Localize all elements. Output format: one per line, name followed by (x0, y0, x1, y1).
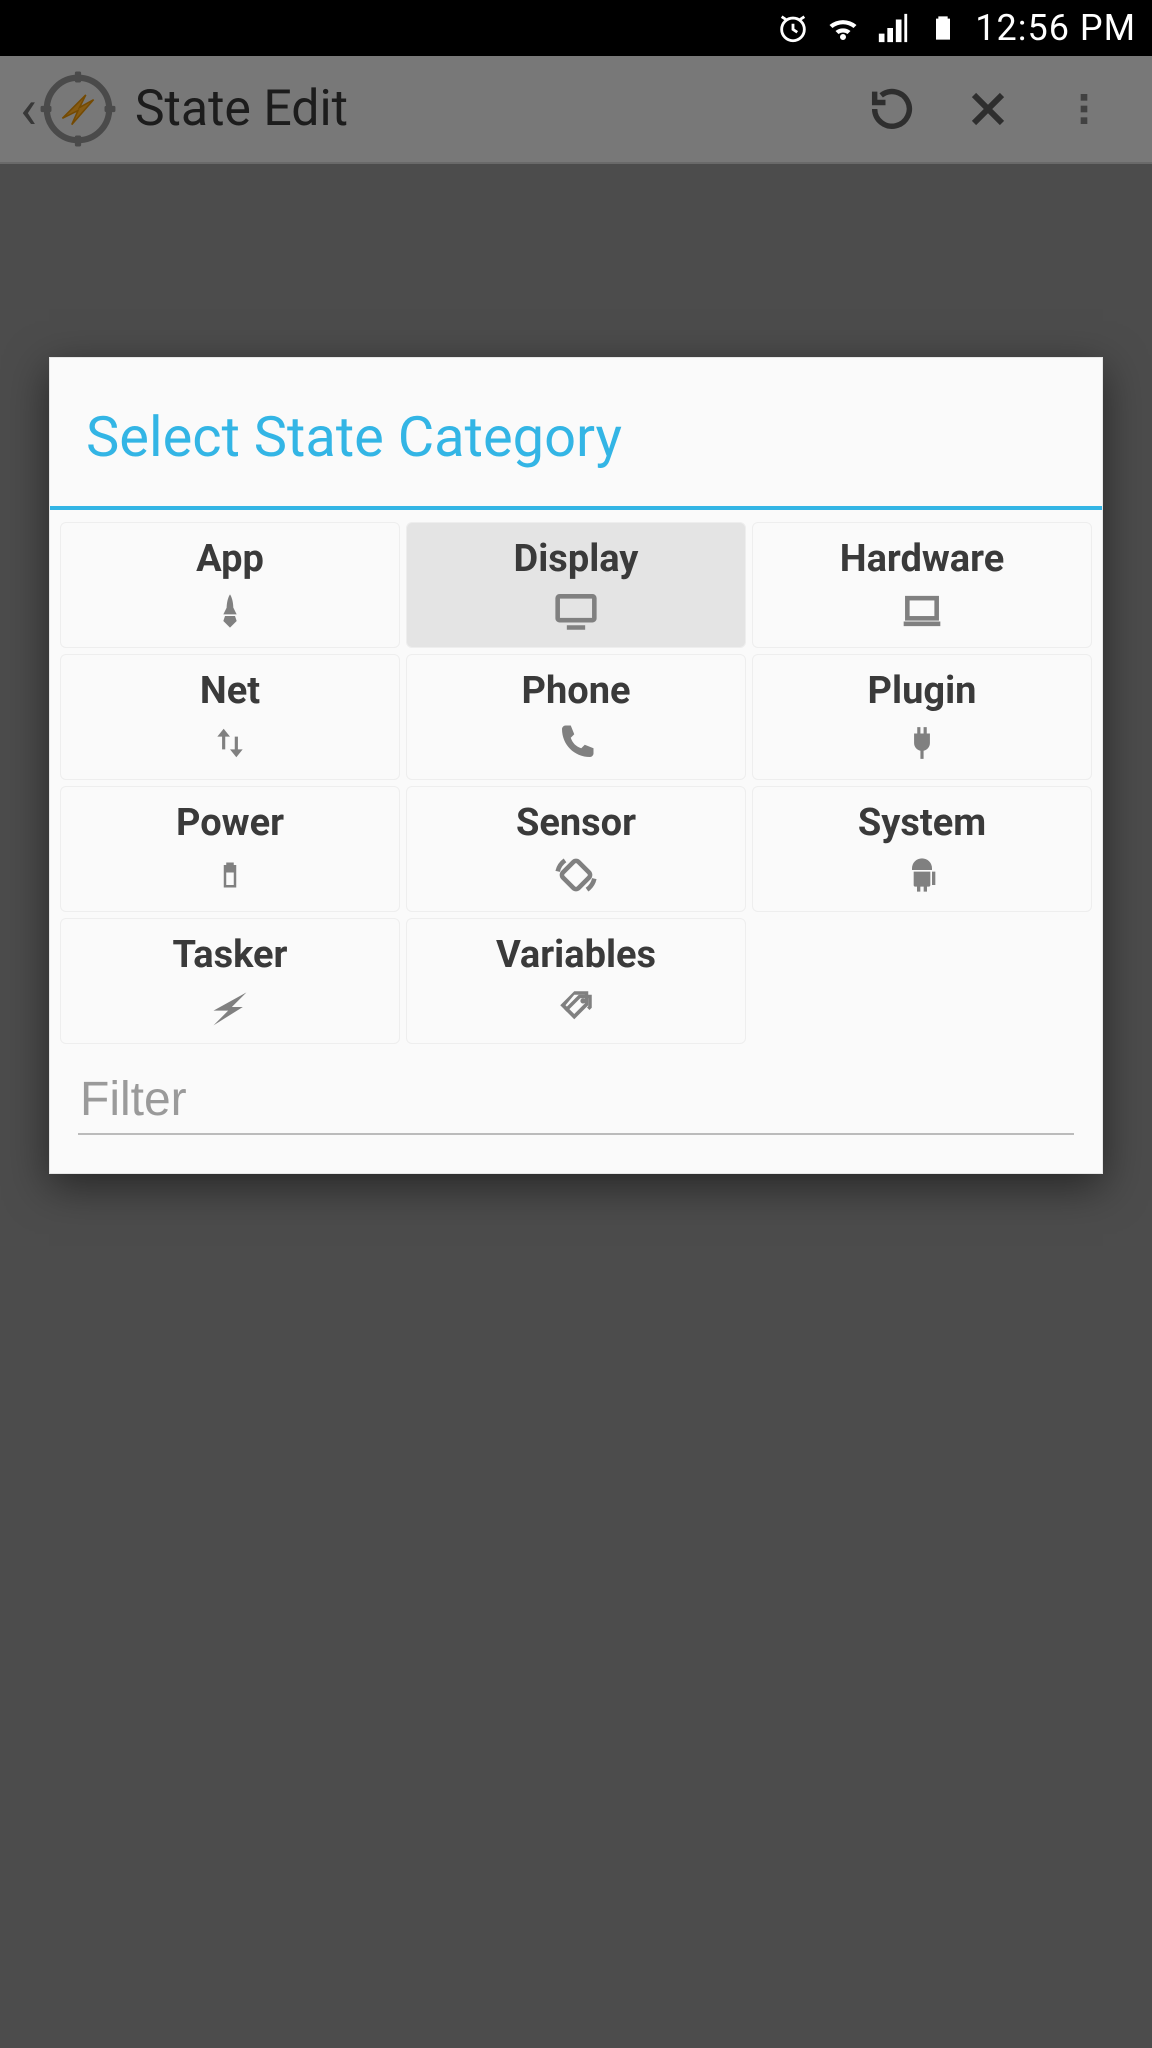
signal-icon (875, 10, 911, 46)
bolt-icon (208, 985, 252, 1029)
laptop-icon (900, 589, 944, 633)
category-hardware[interactable]: Hardware (752, 522, 1092, 648)
category-grid: App Display Hardware Net Phone (50, 510, 1102, 1062)
updown-icon (208, 721, 252, 765)
dialog-title: Select State Category (50, 358, 1102, 510)
category-phone[interactable]: Phone (406, 654, 746, 780)
category-net[interactable]: Net (60, 654, 400, 780)
monitor-icon (554, 589, 598, 633)
category-label: Phone (521, 669, 630, 713)
wifi-icon (825, 10, 861, 46)
category-label: Hardware (840, 537, 1004, 581)
battery-icon (208, 853, 252, 897)
category-label: Net (200, 669, 260, 713)
battery-status-icon (925, 10, 961, 46)
filter-input[interactable] (78, 1066, 1074, 1135)
category-label: Tasker (173, 933, 288, 977)
category-label: Variables (496, 933, 656, 977)
category-system[interactable]: System (752, 786, 1092, 912)
plug-icon (900, 721, 944, 765)
rocket-icon (208, 589, 252, 633)
filter-row (50, 1062, 1102, 1173)
category-plugin[interactable]: Plugin (752, 654, 1092, 780)
category-label: Power (176, 801, 284, 845)
android-icon (900, 853, 944, 897)
category-variables[interactable]: Variables (406, 918, 746, 1044)
status-time: 12:56 PM (975, 7, 1136, 49)
select-state-category-dialog: Select State Category App Display Hardwa… (49, 357, 1103, 1174)
category-display[interactable]: Display (406, 522, 746, 648)
category-power[interactable]: Power (60, 786, 400, 912)
category-label: System (858, 801, 986, 845)
category-app[interactable]: App (60, 522, 400, 648)
phone-icon (554, 721, 598, 765)
category-tasker[interactable]: Tasker (60, 918, 400, 1044)
status-bar: 12:56 PM (0, 0, 1152, 56)
rotate-icon (554, 853, 598, 897)
empty-cell (752, 918, 1092, 1044)
category-label: Sensor (516, 801, 636, 845)
category-label: Plugin (868, 669, 977, 713)
tag-icon (554, 985, 598, 1029)
alarm-icon (775, 10, 811, 46)
category-label: Display (514, 537, 639, 581)
category-sensor[interactable]: Sensor (406, 786, 746, 912)
category-label: App (196, 537, 264, 581)
